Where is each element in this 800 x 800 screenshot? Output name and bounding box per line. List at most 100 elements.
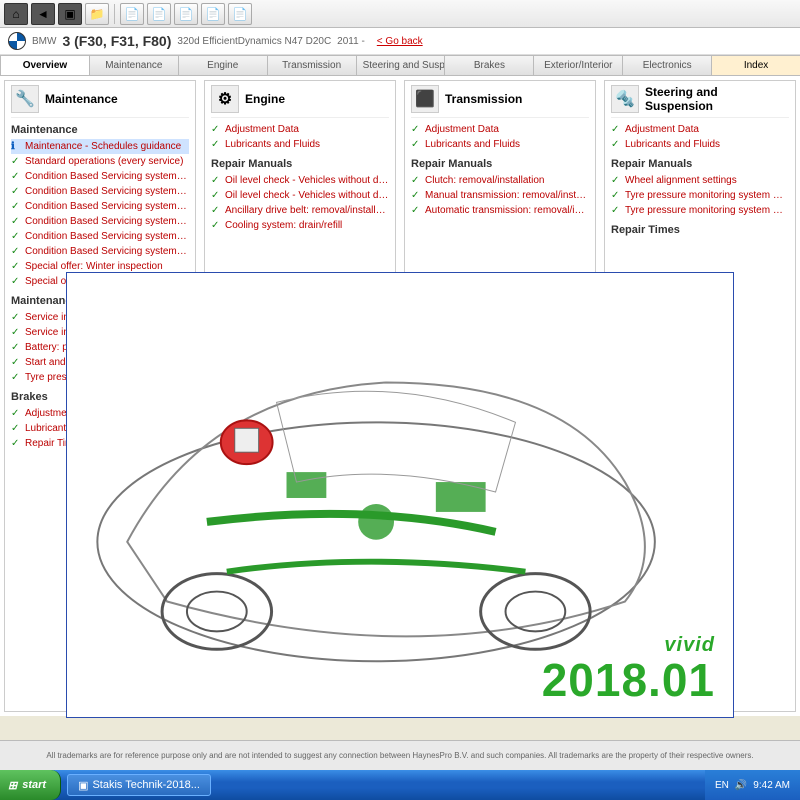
windows-logo-icon: ⊞ [8, 779, 17, 792]
column-title: Steering and Suspension [645, 85, 789, 113]
procedure-link[interactable]: Special offer: Summer [11, 274, 189, 289]
footer-legal: All trademarks are for reference purpose… [0, 740, 800, 770]
procedure-link[interactable]: Lubricants and Fluids [611, 137, 789, 152]
procedure-link[interactable]: Wheel alignment settings [611, 173, 789, 188]
column-header: 🔩Steering and Suspension [611, 85, 789, 118]
column-maintenance: 🔧 MaintenanceMaintenance Maintenance - Sch… [4, 80, 196, 712]
variant-label: 320d EfficientDynamics N47 D20C [177, 36, 331, 47]
link-list: Wheel alignment settingsTyre pressure mo… [611, 173, 789, 218]
column-icon: 🔧 [11, 85, 39, 113]
doc5-icon[interactable]: 📄 [228, 3, 252, 25]
folder-icon[interactable]: 📁 [85, 3, 109, 25]
column-icon: ⬛ [411, 85, 439, 113]
column-title: Engine [245, 92, 285, 106]
procedure-link[interactable]: Oil level check - Vehicles without dipst… [211, 188, 389, 203]
vehicle-title-bar: BMW 3 (F30, F31, F80) 320d EfficientDyna… [0, 28, 800, 55]
tab-exterior[interactable]: Exterior/Interior [533, 55, 622, 75]
section-header: Brakes [11, 391, 189, 403]
tab-overview[interactable]: Overview [0, 55, 89, 75]
doc4-icon[interactable]: 📄 [201, 3, 225, 25]
section-header: Maintenance Procedures [11, 295, 189, 307]
tray-lang: EN [715, 780, 729, 791]
procedure-link[interactable]: Service indicator reset [11, 310, 189, 325]
column-icon: 🔩 [611, 85, 639, 113]
link-list: Adjustment DataLubricants and FluidsRepa… [11, 406, 189, 451]
procedure-link[interactable]: Condition Based Servicing system: engine… [11, 169, 189, 184]
content-area: 🔧 MaintenanceMaintenance Maintenance - Sch… [0, 76, 800, 716]
toolbar: ⌂ ◄ ▣ 📁 📄 📄 📄 📄 📄 [0, 0, 800, 28]
procedure-link[interactable]: Standard operations (every service) [11, 154, 189, 169]
tab-brakes[interactable]: Brakes [444, 55, 533, 75]
tab-strip: Overview Maintenance Engine Transmission… [0, 55, 800, 76]
link-list: Oil level check - Vehicles without dipst… [211, 173, 389, 233]
procedure-link[interactable]: Battery: procedures for [11, 340, 189, 355]
doc2-icon[interactable]: 📄 [147, 3, 171, 25]
procedure-link[interactable]: Condition Based Servicing system: front … [11, 184, 189, 199]
section-header: Repair Manuals [211, 158, 389, 170]
column-engine: ⚙ Engine Adjustment DataLubricants and Flu… [204, 80, 396, 712]
tray-time: 9:42 AM [753, 780, 790, 791]
taskbar-app[interactable]: ▣ Stakis Technik-2018... [67, 774, 211, 796]
system-tray[interactable]: EN 🔊 9:42 AM [705, 770, 800, 800]
procedure-link[interactable]: Maintenance - Schedules guidance [11, 139, 189, 154]
legal-text: All trademarks are for reference purpose… [46, 751, 753, 760]
procedure-link[interactable]: Service indicator reset [11, 325, 189, 340]
go-back-link[interactable]: < Go back [377, 36, 423, 47]
procedure-link[interactable]: Oil level check - Vehicles without dipst… [211, 173, 389, 188]
brand-label: BMW [32, 36, 56, 47]
procedure-link[interactable]: Start and Stop system: [11, 355, 189, 370]
tab-index[interactable]: Index [711, 55, 800, 75]
procedure-link[interactable]: Adjustment Data [211, 122, 389, 137]
section-header: Repair Manuals [411, 158, 589, 170]
start-label: start [22, 779, 46, 791]
brand-roundel-icon [8, 32, 26, 50]
procedure-link[interactable]: Tyre pressure monitoring [11, 370, 189, 385]
procedure-link[interactable]: Condition Based Servicing system: rear b… [11, 214, 189, 229]
procedure-link[interactable]: Lubricants and Fluids [211, 137, 389, 152]
link-list: Clutch: removal/installationManual trans… [411, 173, 589, 218]
procedure-link[interactable]: Adjustment Data [611, 122, 789, 137]
procedure-link[interactable]: Lubricants and Fluids [11, 421, 189, 436]
tab-transmission[interactable]: Transmission [267, 55, 356, 75]
doc3-icon[interactable]: 📄 [174, 3, 198, 25]
section-header: Repair Manuals [611, 158, 789, 170]
doc1-icon[interactable]: 📄 [120, 3, 144, 25]
procedure-link[interactable]: Condition Based Servicing system: exhaus… [11, 244, 189, 259]
column-icon: ⚙ [211, 85, 239, 113]
procedure-link[interactable]: Repair Times [11, 436, 189, 451]
toolbar-separator [114, 4, 115, 24]
link-list: Maintenance - Schedules guidanceStandard… [11, 139, 189, 289]
app-icon: ▣ [78, 779, 88, 792]
procedure-link[interactable]: Manual transmission: removal/installatio… [411, 188, 589, 203]
procedure-link[interactable]: Ancillary drive belt: removal/installati… [211, 203, 389, 218]
procedure-link[interactable]: Tyre pressure monitoring system Without … [611, 188, 789, 203]
procedure-link[interactable]: Condition Based Servicing system: brake … [11, 199, 189, 214]
procedure-link[interactable]: Condition Based Servicing system: vehicl… [11, 229, 189, 244]
model-label: 3 (F30, F31, F80) [62, 33, 171, 49]
column-title: Transmission [445, 92, 522, 106]
section-header: Repair Times [611, 224, 789, 236]
start-button[interactable]: ⊞ start [0, 770, 61, 800]
link-list: Service indicator resetService indicator… [11, 310, 189, 385]
tab-steering[interactable]: Steering and Suspension [356, 55, 445, 75]
procedure-link[interactable]: Automatic transmission: removal/installa… [411, 203, 589, 218]
tab-electronics[interactable]: Electronics [622, 55, 711, 75]
home-icon[interactable]: ⌂ [4, 3, 28, 25]
column-title: Maintenance [45, 92, 118, 106]
procedure-link[interactable]: Adjustment Data [411, 122, 589, 137]
column-steering-and-suspension: 🔩Steering and Suspension Adjustment DataL… [604, 80, 796, 712]
procedure-link[interactable]: Tyre pressure monitoring system With iDr… [611, 203, 789, 218]
procedure-link[interactable]: Adjustment Data [11, 406, 189, 421]
tab-engine[interactable]: Engine [178, 55, 267, 75]
window-icon[interactable]: ▣ [58, 3, 82, 25]
back-icon[interactable]: ◄ [31, 3, 55, 25]
procedure-link[interactable]: Special offer: Winter inspection [11, 259, 189, 274]
tab-maintenance[interactable]: Maintenance [89, 55, 178, 75]
procedure-link[interactable]: Lubricants and Fluids [411, 137, 589, 152]
column-header: ⚙ Engine [211, 85, 389, 118]
column-header: 🔧 Maintenance [11, 85, 189, 118]
link-list: Adjustment DataLubricants and Fluids [611, 122, 789, 152]
procedure-link[interactable]: Clutch: removal/installation [411, 173, 589, 188]
app-label: Stakis Technik-2018... [92, 779, 199, 791]
procedure-link[interactable]: Cooling system: drain/refill [211, 218, 389, 233]
